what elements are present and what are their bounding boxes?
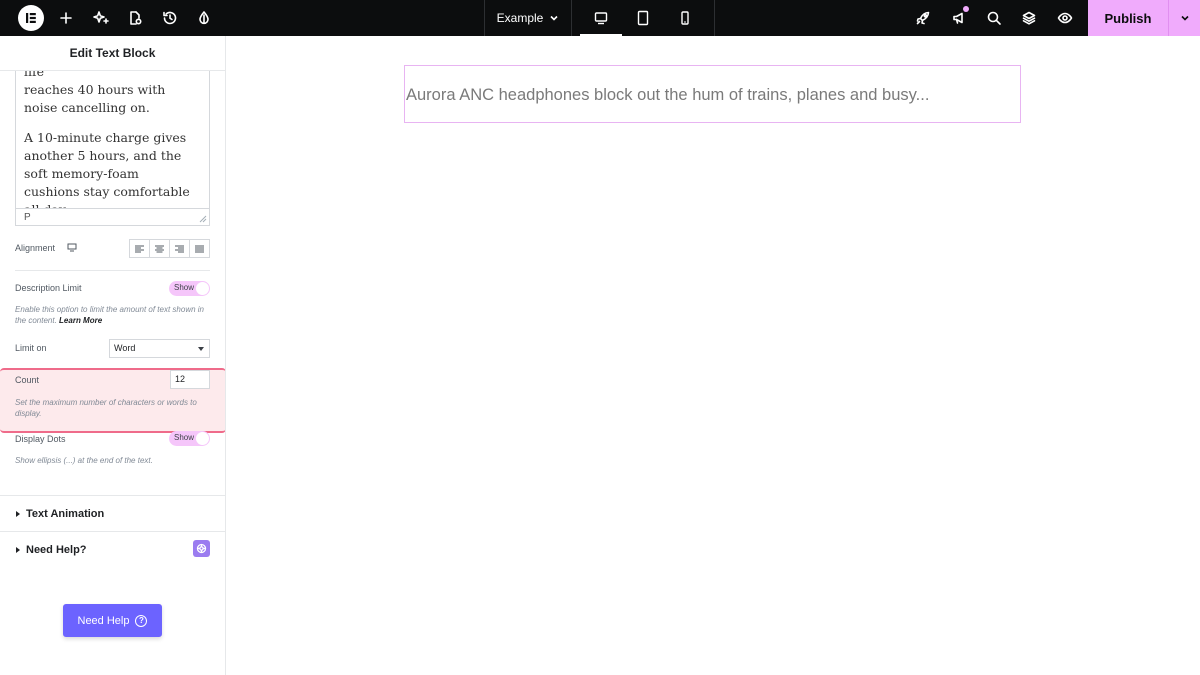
align-justify-icon — [195, 245, 204, 252]
section-title: Need Help? — [26, 543, 87, 556]
section-text-animation[interactable]: Text Animation — [0, 495, 225, 531]
count-help-text: Set the maximum number of characters or … — [15, 398, 197, 418]
sparkle-icon[interactable] — [89, 6, 113, 30]
caret-right-icon — [16, 546, 20, 553]
plus-icon[interactable] — [54, 6, 78, 30]
caret-down-icon — [198, 347, 204, 351]
editor-path: P — [15, 208, 210, 226]
panel-title: Edit Text Block — [0, 36, 225, 71]
description-limit-help: Enable this option to limit the amount o… — [15, 304, 210, 326]
display-dots-toggle[interactable]: Show — [169, 431, 210, 446]
editor-path-label: P — [24, 212, 31, 223]
divider — [15, 270, 210, 271]
question-icon: ? — [135, 614, 148, 627]
separator — [571, 0, 572, 36]
publish-options-button[interactable] — [1168, 0, 1200, 36]
align-justify-button[interactable] — [190, 240, 209, 257]
limit-on-value: Word — [114, 343, 136, 353]
editor-paragraph: reaches 40 hours with noise cancelling o… — [24, 82, 166, 115]
limit-on-select[interactable]: Word — [109, 339, 210, 358]
alignment-control — [129, 239, 210, 258]
page-settings-icon[interactable] — [123, 6, 147, 30]
desktop-icon[interactable] — [580, 0, 622, 36]
toggle-label: Show — [174, 283, 195, 292]
alignment-label: Alignment — [15, 243, 56, 253]
elementor-logo-icon[interactable] — [18, 5, 44, 31]
publish-button[interactable]: Publish — [1088, 0, 1168, 36]
count-input[interactable]: 12 — [170, 370, 210, 389]
history-icon[interactable] — [158, 6, 182, 30]
top-bar: Example Publish — [0, 0, 1200, 36]
theme-style-icon[interactable] — [192, 6, 216, 30]
text-editor[interactable]: noise cancelling. Battery life reaches 4… — [15, 71, 210, 226]
align-center-icon — [155, 245, 164, 252]
layers-icon[interactable] — [1017, 6, 1041, 30]
desktop-icon[interactable] — [67, 243, 77, 252]
display-dots-help-text: Show ellipsis (...) at the end of the te… — [15, 456, 153, 465]
description-limit-help-text: Enable this option to limit the amount o… — [15, 305, 204, 325]
separator — [484, 0, 485, 36]
text-block-widget[interactable]: Aurora ANC headphones block out the hum … — [404, 65, 1021, 123]
tablet-icon[interactable] — [622, 0, 664, 36]
learn-more-link[interactable]: Learn More — [59, 316, 102, 325]
description-limit-toggle[interactable]: Show — [169, 281, 210, 296]
count-label: Count — [15, 375, 40, 385]
align-left-icon — [135, 245, 144, 252]
resize-handle-icon[interactable] — [199, 215, 207, 223]
editor-content[interactable]: noise cancelling. Battery life reaches 4… — [24, 71, 194, 225]
help-badge-icon — [193, 540, 210, 557]
mobile-icon[interactable] — [664, 0, 706, 36]
align-right-icon — [175, 245, 184, 252]
display-dots-label: Display Dots — [15, 434, 66, 444]
rocket-icon[interactable] — [911, 6, 935, 30]
search-icon[interactable] — [982, 6, 1006, 30]
limit-on-label: Limit on — [15, 343, 47, 353]
eye-icon[interactable] — [1053, 6, 1077, 30]
page-name: Example — [496, 11, 544, 25]
description-limit-label: Description Limit — [15, 283, 82, 293]
toggle-knob — [196, 432, 209, 445]
align-left-button[interactable] — [130, 240, 150, 257]
widget-text: Aurora ANC headphones block out the hum … — [406, 86, 930, 104]
chevron-down-icon — [1180, 15, 1189, 21]
need-help-button[interactable]: Need Help ? — [63, 604, 162, 637]
editor-panel: Edit Text Block noise cancelling. Batter… — [0, 36, 226, 675]
chevron-down-icon — [550, 15, 558, 21]
toggle-label: Show — [174, 433, 195, 442]
toggle-knob — [196, 282, 209, 295]
editor-paragraph: A 10-minute charge gives another 5 hours… — [24, 130, 190, 217]
caret-right-icon — [16, 510, 20, 517]
need-help-label: Need Help — [77, 614, 130, 627]
editor-partial-line: noise cancelling. Battery life — [24, 71, 45, 79]
separator — [714, 0, 715, 36]
align-right-button[interactable] — [170, 240, 190, 257]
section-title: Text Animation — [26, 507, 105, 520]
align-center-button[interactable] — [150, 240, 170, 257]
preview-canvas: Aurora ANC headphones block out the hum … — [227, 36, 1200, 675]
page-selector[interactable]: Example — [486, 0, 570, 36]
notification-dot — [963, 6, 969, 12]
